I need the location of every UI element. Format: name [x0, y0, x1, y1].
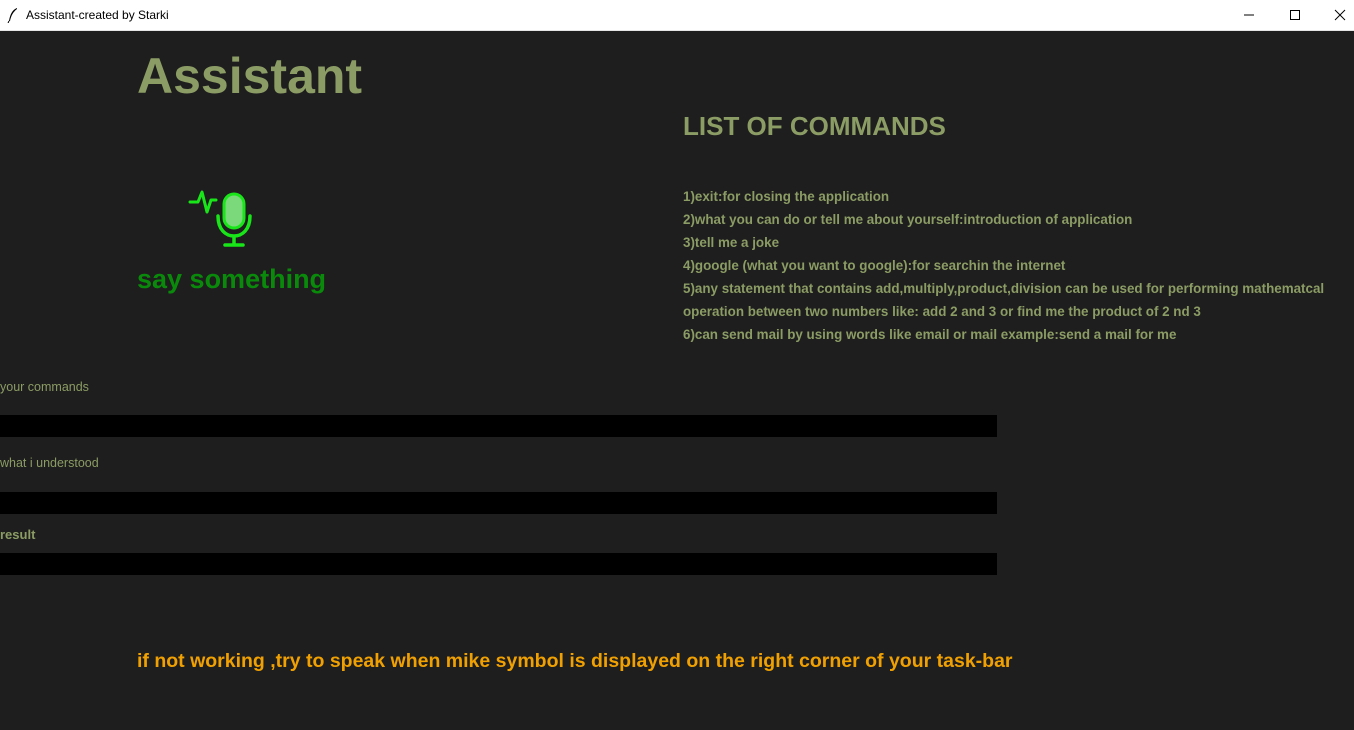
app-title: Assistant [137, 48, 363, 104]
command-item: 6)can send mail by using words like emai… [683, 327, 1177, 342]
command-item: 3)tell me a joke [683, 235, 780, 250]
maximize-icon [1290, 10, 1300, 20]
feather-icon [7, 8, 17, 23]
status-text: say something [137, 264, 327, 294]
result-field[interactable] [0, 553, 997, 575]
command-item: 4)google (what you want to google):for s… [683, 258, 1066, 273]
result-label: result [0, 527, 36, 542]
commands-heading: LIST OF COMMANDS [683, 111, 946, 141]
close-button[interactable] [1317, 0, 1354, 30]
title-bar[interactable]: Assistant-created by Starki [0, 0, 1354, 31]
command-item: 5)any statement that contains add,multip… [683, 281, 1325, 319]
app-window: Assistant-created by Starki Assistant sa… [0, 0, 1354, 730]
microphone-icon [188, 190, 252, 247]
help-hint: if not working ,try to speak when mike s… [137, 650, 1013, 672]
minimize-button[interactable] [1226, 0, 1272, 30]
close-icon [1334, 9, 1346, 21]
window-title: Assistant-created by Starki [26, 8, 169, 22]
understood-field[interactable] [0, 492, 997, 514]
minimize-icon [1244, 14, 1254, 16]
maximize-button[interactable] [1272, 0, 1318, 30]
your-commands-label: your commands [0, 380, 89, 394]
understood-label: what i understood [0, 456, 99, 470]
your-commands-field[interactable] [0, 415, 997, 437]
command-item: 1)exit:for closing the application [683, 189, 890, 204]
commands-list: 1)exit:for closing the application 2)wha… [683, 185, 1343, 346]
command-item: 2)what you can do or tell me about yours… [683, 212, 1133, 227]
